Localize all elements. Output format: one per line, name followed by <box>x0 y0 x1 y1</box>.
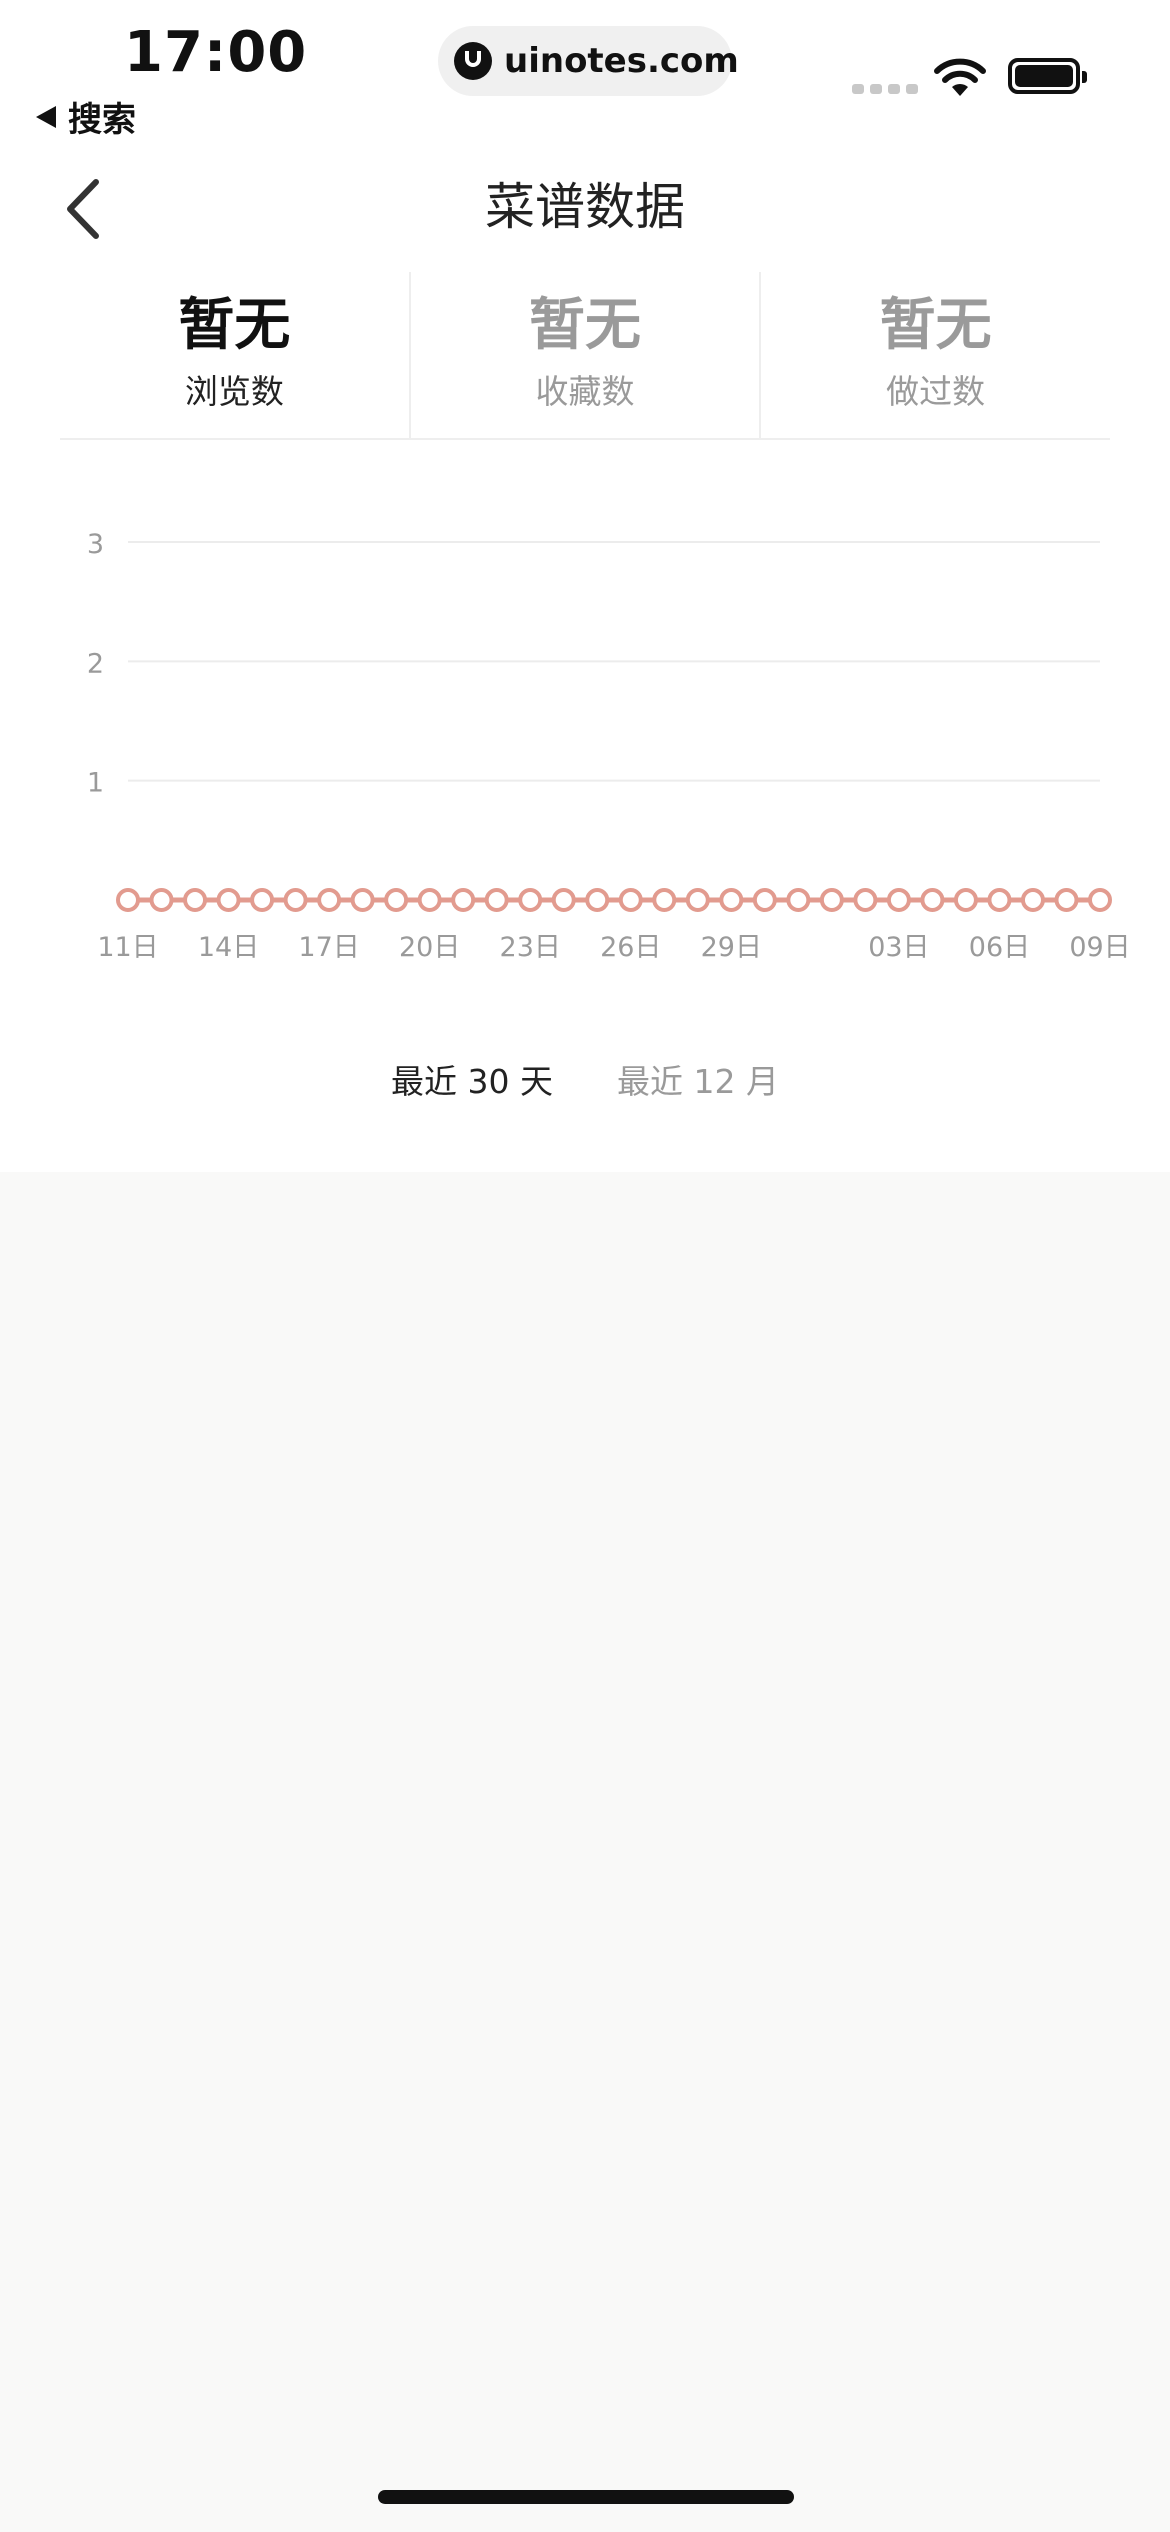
stat-label: 浏览数 <box>184 372 284 411</box>
stat-tab-cooked[interactable]: 暂无 做过数 <box>759 272 1110 438</box>
page: 17:00 搜索 uinotes.com 菜谱数据 暂无 浏览数 暂无 收藏数 … <box>0 0 1170 2532</box>
data-point <box>585 888 610 912</box>
data-point <box>752 888 777 912</box>
x-tick-label: 03日 <box>868 932 929 963</box>
data-point <box>283 888 308 912</box>
back-button[interactable] <box>56 172 116 242</box>
data-point <box>116 888 140 912</box>
data-point <box>786 888 811 912</box>
data-point <box>350 888 375 912</box>
stat-label: 做过数 <box>886 372 986 411</box>
x-tick-label: 14日 <box>198 932 259 963</box>
data-point <box>183 888 208 912</box>
y-tick-label: 2 <box>87 648 104 679</box>
y-tick-label: 3 <box>87 529 104 560</box>
range-option-30-days[interactable]: 最近 30 天 <box>391 1060 553 1104</box>
data-point <box>518 888 543 912</box>
x-tick-label: 26日 <box>600 932 661 963</box>
data-point <box>920 888 945 912</box>
data-point <box>417 888 442 912</box>
back-to-app-label: 搜索 <box>68 100 136 140</box>
x-tick-label: 20日 <box>399 932 460 963</box>
stat-label: 收藏数 <box>535 372 635 411</box>
stat-value: 暂无 <box>879 293 992 358</box>
back-triangle-icon <box>36 105 56 128</box>
data-point <box>250 888 275 912</box>
data-point <box>149 888 174 912</box>
home-indicator <box>378 2490 794 2504</box>
data-point <box>652 888 677 912</box>
data-point <box>685 888 710 912</box>
x-tick-label: 06日 <box>969 932 1030 963</box>
data-point <box>819 888 844 912</box>
x-tick-label: 23日 <box>500 932 561 963</box>
x-tick-label: 17日 <box>298 932 359 963</box>
back-to-app-button[interactable]: 搜索 <box>36 92 136 141</box>
data-point <box>317 888 342 912</box>
data-point <box>384 888 409 912</box>
stat-tab-views[interactable]: 暂无 浏览数 <box>60 272 409 438</box>
line-chart-svg: 1 2 3 11日 14日 17日 20日 23日 26日 29日 03日 06日 09日 <box>87 529 1131 963</box>
battery-icon <box>1008 58 1087 94</box>
x-tick-label: 09日 <box>1069 932 1130 963</box>
stat-value: 暂无 <box>178 293 291 358</box>
data-point <box>451 888 476 912</box>
cellular-signal-icon <box>852 84 918 94</box>
data-point <box>618 888 643 912</box>
site-logo-icon <box>454 42 492 80</box>
stat-value: 暂无 <box>529 293 641 358</box>
data-point <box>216 888 241 912</box>
data-point <box>1020 888 1045 912</box>
line-chart: 1 2 3 11日 14日 17日 20日 23日 26日 29日 03日 06日 09日 <box>0 500 1170 980</box>
data-point <box>1088 888 1112 912</box>
x-tick-label: 11日 <box>97 932 158 963</box>
data-point <box>853 888 878 912</box>
data-point <box>719 888 744 912</box>
x-tick-label: 29日 <box>701 932 762 963</box>
url-pill[interactable]: uinotes.com <box>438 26 739 96</box>
stat-tab-favorites[interactable]: 暂无 收藏数 <box>408 272 760 438</box>
data-point <box>987 888 1012 912</box>
data-point <box>886 888 911 912</box>
range-switch: 最近 30 天 最近 12 月 <box>0 1060 1170 1104</box>
y-tick-label: 1 <box>87 768 104 799</box>
data-point <box>953 888 978 912</box>
data-point <box>551 888 576 912</box>
data-point <box>1054 888 1079 912</box>
stats-tabs: 暂无 浏览数 暂无 收藏数 暂无 做过数 <box>60 272 1110 440</box>
chevron-left-icon <box>67 179 99 239</box>
data-point <box>484 888 509 912</box>
status-time: 17:00 <box>124 20 308 85</box>
range-option-12-months[interactable]: 最近 12 月 <box>617 1060 779 1104</box>
wifi-icon <box>934 58 986 96</box>
url-text: uinotes.com <box>504 41 739 81</box>
